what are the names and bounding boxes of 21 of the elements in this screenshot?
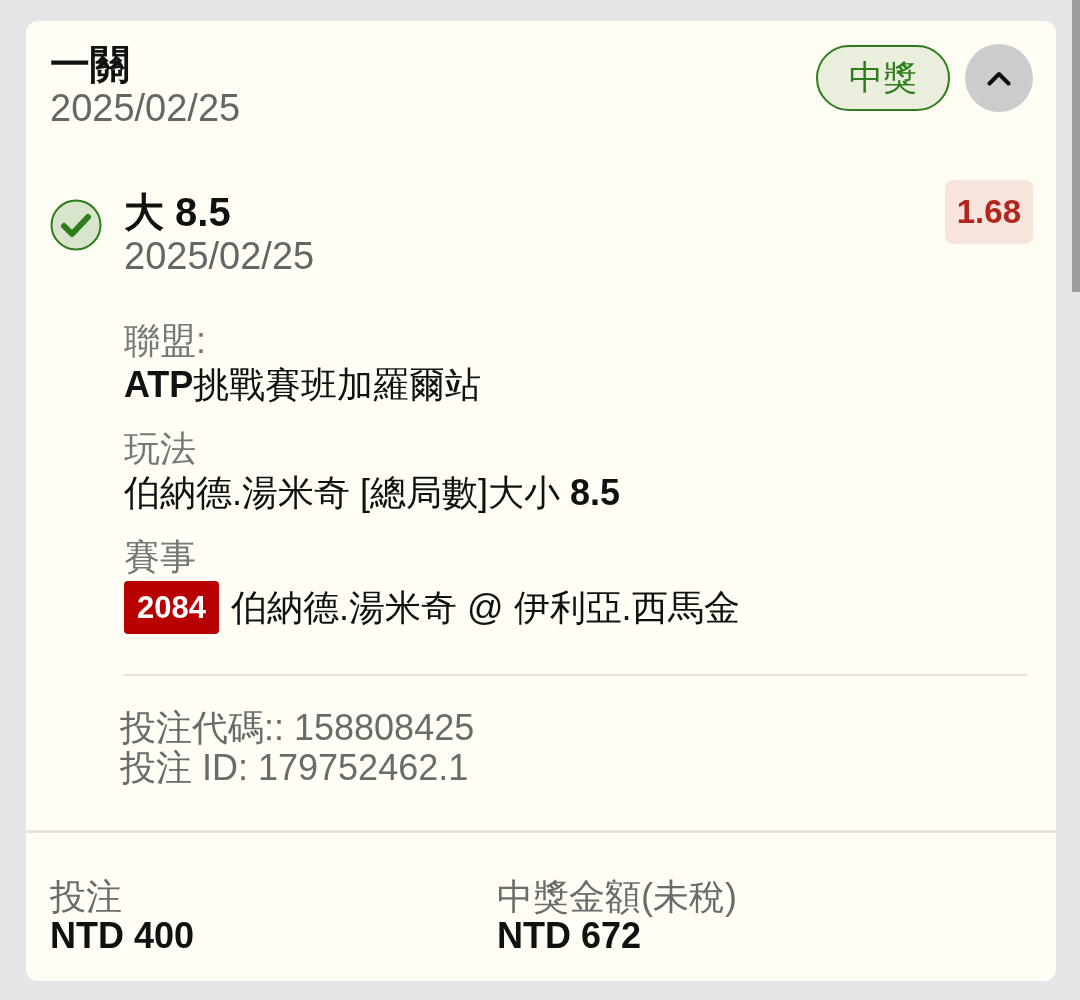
detail-value: ATP挑戰賽班加羅爾站 xyxy=(124,363,483,407)
event-number-tag: 2084 xyxy=(124,581,219,634)
bet-date: 2025/02/25 xyxy=(50,87,241,129)
bet-type-title: 一關 xyxy=(50,41,131,87)
detail-label: 賽事 xyxy=(124,535,197,579)
summary-label: 投注 xyxy=(50,877,123,917)
summary-value: NTD 672 xyxy=(497,917,643,955)
odds-value: 1.68 xyxy=(944,180,1033,244)
detail-label: 玩法 xyxy=(124,427,197,471)
reference-text: 投注 ID: 179752462.1 xyxy=(120,748,470,788)
reference-text: 投注代碼:: 158808425 xyxy=(120,708,476,748)
selection-title: 大 8.5 xyxy=(124,189,232,235)
chevron-up-icon xyxy=(987,70,1011,86)
selection-date: 2025/02/25 xyxy=(124,235,316,277)
scrollbar-thumb[interactable] xyxy=(1072,0,1080,292)
detail-value: 伯納德.湯米奇 [總局數]大小 8.5 xyxy=(124,471,622,515)
summary-value: NTD 400 xyxy=(50,917,196,955)
detail-value: 伯納德.湯米奇 @ 伊利亞.西馬金 xyxy=(230,585,740,630)
status-badge: 中獎 xyxy=(816,45,950,111)
summary-label: 中獎金額(未稅) xyxy=(497,877,738,917)
detail-label: 聯盟: xyxy=(124,319,207,363)
